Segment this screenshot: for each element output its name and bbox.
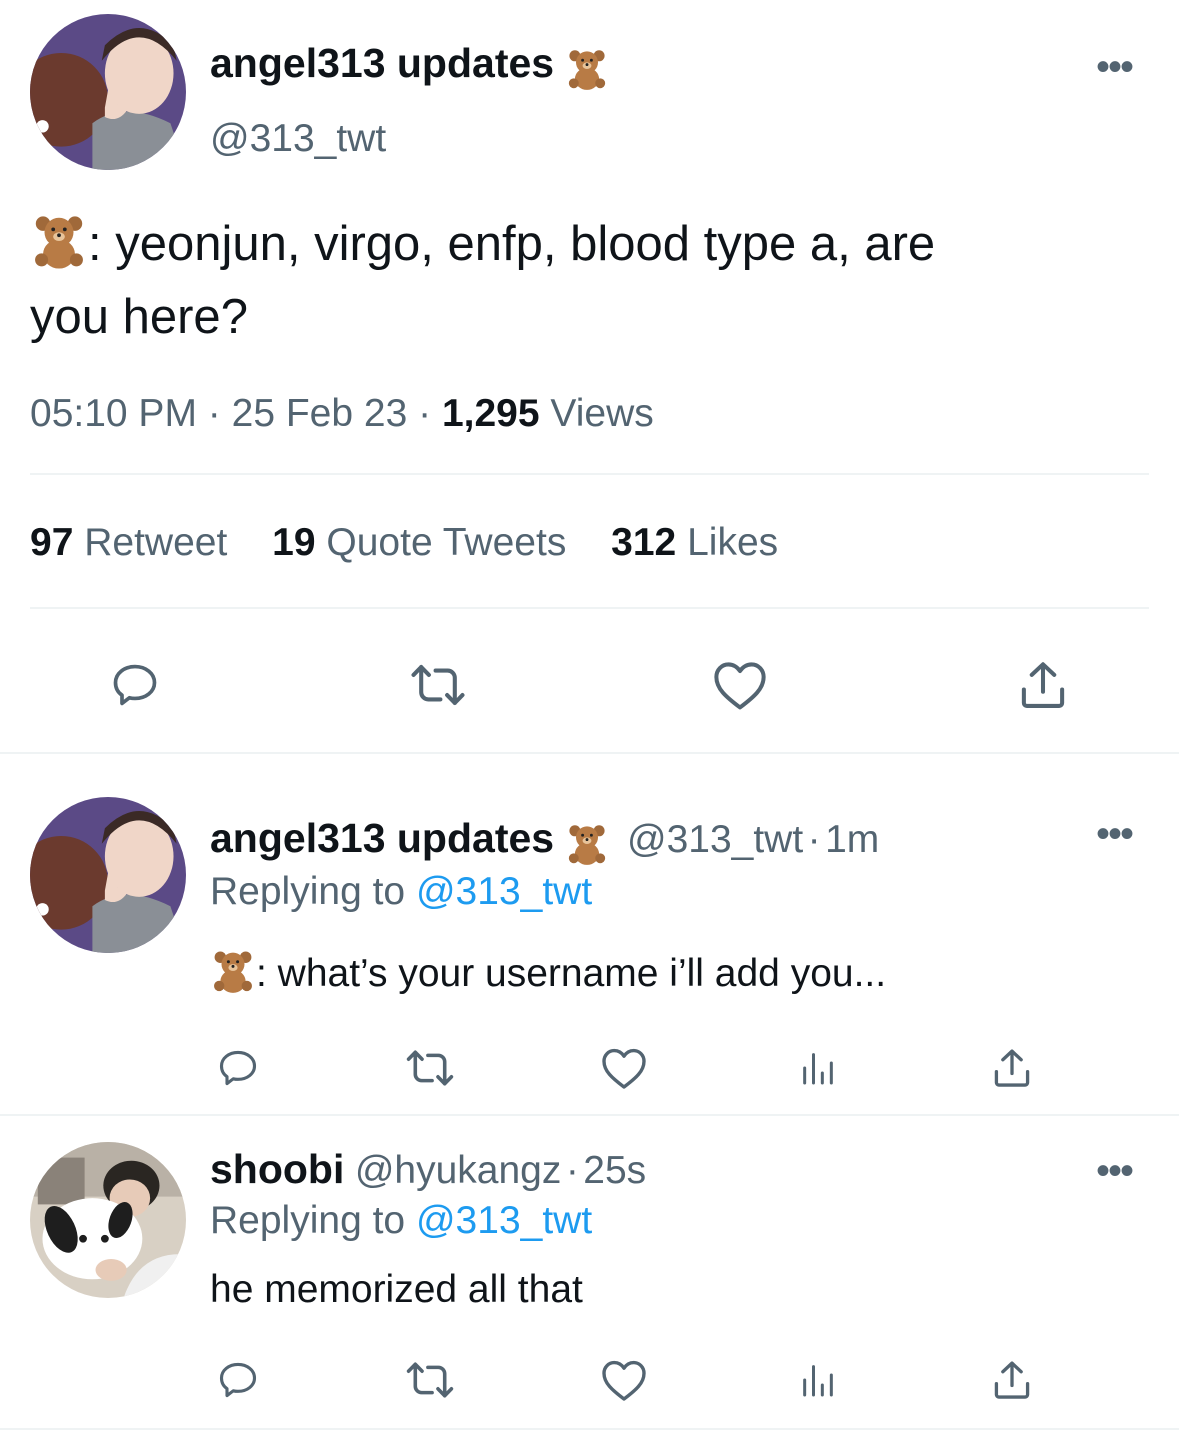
divider [30,473,1149,475]
reply-icon [219,1050,257,1086]
retweets-stat[interactable]: 97 Retweet [30,521,227,564]
likes-count: 312 [611,521,677,564]
reply-text: : what’s your username i’ll add you... [210,951,887,996]
separator: · [207,392,221,435]
views-label: Views [550,392,654,435]
separator: · [565,1149,579,1192]
reply-icon [219,1362,257,1398]
reply-author-avatar[interactable] [30,1142,186,1298]
retweet-button[interactable] [402,1354,458,1406]
reply-button[interactable] [212,1042,264,1094]
heart-icon [602,1048,646,1089]
replying-to: Replying to @313_twt [210,870,592,914]
share-button[interactable] [986,1042,1038,1094]
retweet-icon [406,1362,454,1398]
divider [0,752,1179,754]
quotes-count: 19 [272,521,316,564]
quotes-label: Quote Tweets [326,521,567,564]
views-count: 1,295 [441,392,540,435]
retweets-count: 97 [30,521,74,564]
more-options-button[interactable]: ••• [1096,814,1134,854]
reply-icon [113,664,157,706]
reply-author-name[interactable]: shoobi [210,1146,344,1192]
tweet-text-line2: you here? [30,290,248,344]
retweet-button[interactable] [402,1042,458,1094]
retweet-icon [411,664,465,706]
tweet-time[interactable]: 05:10 PM [30,392,197,435]
analytics-button[interactable] [792,1354,844,1406]
share-button[interactable] [1008,650,1078,720]
reply-header: shoobi @hyukangz · 25s [210,1146,646,1193]
author-name[interactable]: angel313 updates [210,40,554,86]
reply-text: he memorized all that [210,1268,583,1312]
divider [30,607,1149,609]
author-handle[interactable]: @313_twt [210,117,386,161]
analytics-button[interactable] [792,1042,844,1094]
share-icon [994,1361,1030,1399]
replying-to-link[interactable]: @313_twt [416,1199,592,1242]
separator: · [807,818,821,861]
analytics-icon [803,1053,833,1085]
quotes-stat[interactable]: 19 Quote Tweets [272,521,566,564]
retweet-icon [406,1050,454,1086]
replying-to-label: Replying to [210,870,406,913]
reply-author-name[interactable]: angel313 updates [210,815,554,861]
reply-time[interactable]: 1m [825,818,879,861]
tweet-meta: 05:10 PM · 25 Feb 23 · 1,295 Views [30,392,654,436]
reply-time[interactable]: 25s [583,1149,646,1192]
teddy-bear-icon [568,825,605,865]
teddy-bear-icon [568,50,605,90]
replying-to: Replying to @313_twt [210,1199,592,1243]
more-options-button[interactable]: ••• [1096,1151,1134,1191]
teddy-bear-icon [214,951,252,993]
share-icon [1021,662,1065,708]
tweet-text-line1: : yeonjun, virgo, enfp, blood type a, ar… [88,217,936,271]
share-icon [994,1049,1030,1087]
like-button[interactable] [598,1042,650,1094]
reply-button[interactable] [100,650,170,720]
author-avatar[interactable] [30,14,186,170]
divider [0,1114,1179,1116]
reply-header: angel313 updates @313_twt · 1m [210,815,879,866]
tweet-stats: 97 Retweet 19 Quote Tweets 312 Likes [30,521,778,565]
like-button[interactable] [705,650,775,720]
divider [0,1428,1179,1430]
replying-to-link[interactable]: @313_twt [416,870,592,913]
separator: · [418,392,432,435]
reply-author-avatar[interactable] [30,797,186,953]
likes-stat[interactable]: 312 Likes [611,521,778,564]
author-name-row: angel313 updates [210,40,609,91]
heart-icon [602,1360,646,1401]
heart-icon [714,662,766,710]
reply-button[interactable] [212,1354,264,1406]
reply-text-content: he memorized all that [210,1268,583,1311]
reply-author-handle[interactable]: @313_twt [627,818,803,861]
tweet-date[interactable]: 25 Feb 23 [232,392,408,435]
analytics-icon [803,1365,833,1397]
reply-author-handle[interactable]: @hyukangz [355,1149,562,1192]
share-button[interactable] [986,1354,1038,1406]
teddy-bear-icon [35,216,83,269]
replying-to-label: Replying to [210,1199,406,1242]
tweet-text: : yeonjun, virgo, enfp, blood type a, ar… [30,208,1150,354]
likes-label: Likes [687,521,779,564]
reply-text-content: : what’s your username i’ll add you... [256,952,887,995]
like-button[interactable] [598,1354,650,1406]
more-options-button[interactable]: ••• [1096,47,1134,87]
retweets-label: Retweet [84,521,228,564]
retweet-button[interactable] [403,650,473,720]
